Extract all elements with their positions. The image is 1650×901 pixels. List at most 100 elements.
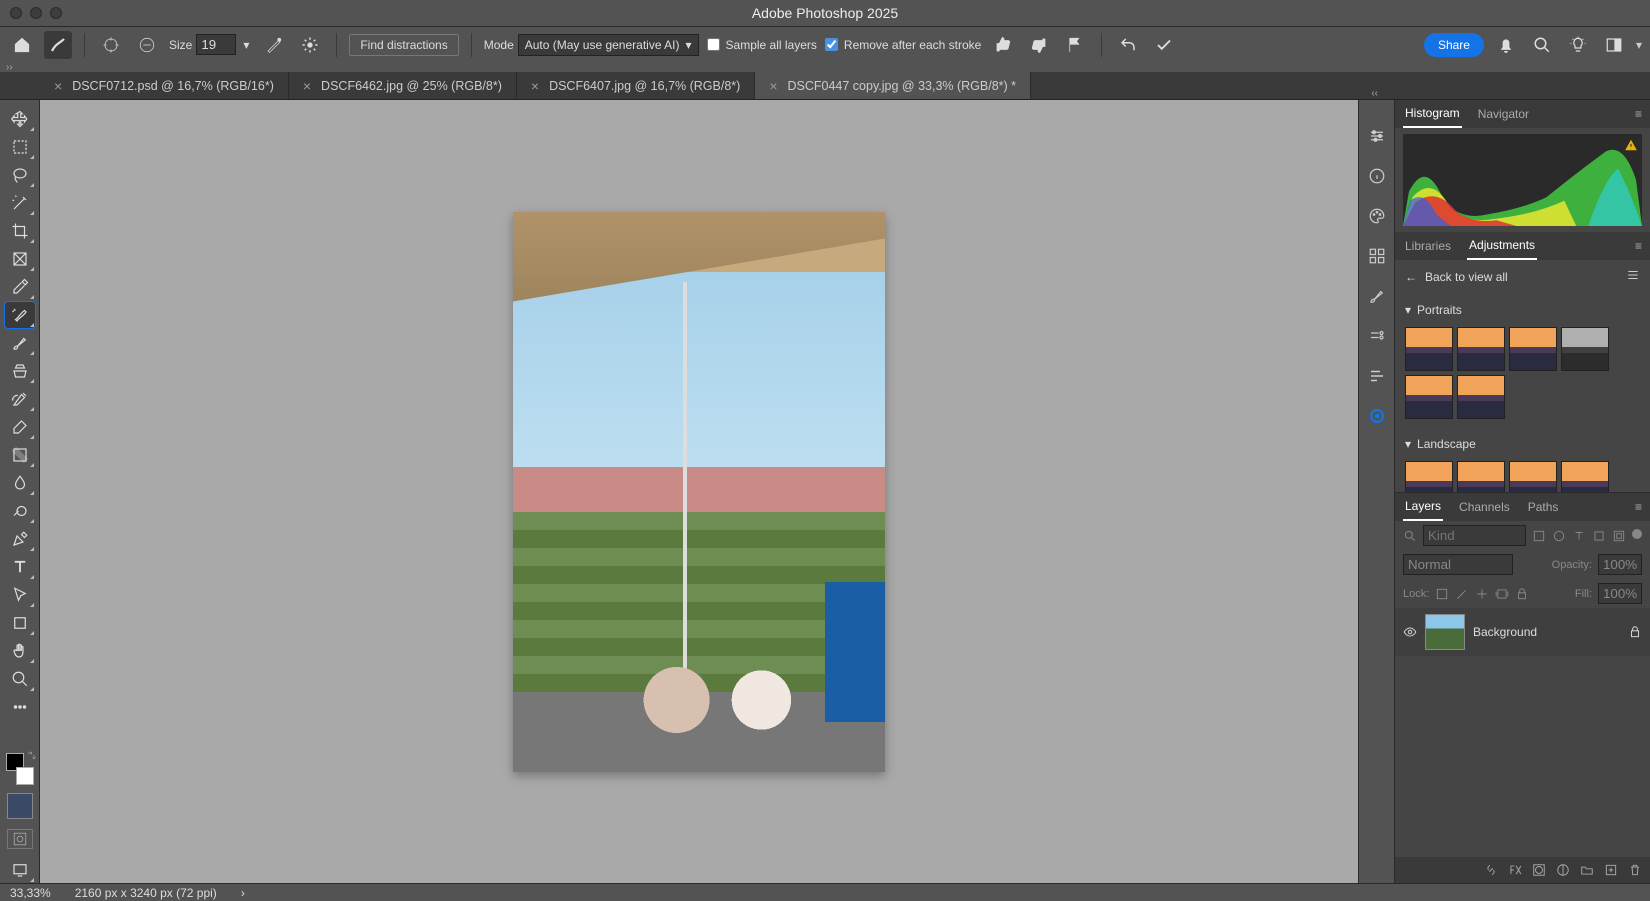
traffic-close-icon[interactable]	[10, 7, 22, 19]
marquee-tool[interactable]	[5, 134, 35, 160]
gradient-tool[interactable]	[5, 442, 35, 468]
lock-icon[interactable]	[1628, 625, 1642, 639]
size-dropdown-icon[interactable]: ▾	[240, 35, 252, 55]
new-layer-icon[interactable]	[1604, 863, 1618, 877]
dodge-tool[interactable]	[5, 498, 35, 524]
link-layers-icon[interactable]	[1484, 863, 1498, 877]
tab-close-icon[interactable]: ×	[303, 78, 311, 94]
foreground-color-swatch[interactable]	[7, 793, 33, 819]
flag-icon[interactable]	[1061, 31, 1089, 59]
preset-thumb[interactable]	[1457, 461, 1505, 492]
history-brush-tool[interactable]	[5, 386, 35, 412]
filter-adjust-icon[interactable]	[1552, 529, 1566, 543]
filter-type-icon[interactable]	[1572, 529, 1586, 543]
fill-input[interactable]	[1598, 583, 1642, 604]
layers-tab[interactable]: Layers	[1403, 493, 1443, 521]
preset-thumb[interactable]	[1509, 327, 1557, 371]
find-distractions-button[interactable]: Find distractions	[349, 34, 458, 56]
landscape-group-toggle[interactable]: ▾ Landscape	[1405, 431, 1640, 457]
sample-all-checkbox[interactable]: Sample all layers	[707, 38, 817, 52]
move-tool[interactable]	[5, 106, 35, 132]
tab-close-icon[interactable]: ×	[769, 78, 777, 94]
traffic-min-icon[interactable]	[30, 7, 42, 19]
preset-thumb[interactable]	[1457, 375, 1505, 419]
tab-close-icon[interactable]: ×	[54, 78, 62, 94]
frame-tool[interactable]	[5, 246, 35, 272]
brush-panel-icon[interactable]	[1365, 284, 1389, 308]
list-view-icon[interactable]	[1626, 268, 1640, 285]
bell-icon[interactable]	[1492, 31, 1520, 59]
brush-settings-icon[interactable]	[260, 31, 288, 59]
filter-smart-icon[interactable]	[1612, 529, 1626, 543]
layer-thumbnail[interactable]	[1425, 614, 1465, 650]
filter-image-icon[interactable]	[1532, 529, 1546, 543]
preset-thumb[interactable]	[1561, 327, 1609, 371]
canvas-area[interactable]	[40, 100, 1358, 883]
tool-preset-icon[interactable]	[44, 31, 72, 59]
pen-tool[interactable]	[5, 526, 35, 552]
lock-pixels-icon[interactable]	[1435, 587, 1449, 601]
share-button[interactable]: Share	[1424, 33, 1484, 57]
swatches-panel-icon[interactable]	[1365, 244, 1389, 268]
histogram-warning-icon[interactable]	[1624, 138, 1638, 152]
lightbulb-icon[interactable]	[1564, 31, 1592, 59]
layer-filter-input[interactable]	[1423, 525, 1526, 546]
plugin-panel-icon[interactable]	[1365, 404, 1389, 428]
mask-icon[interactable]	[1532, 863, 1546, 877]
document-tab[interactable]: × DSCF6462.jpg @ 25% (RGB/8*)	[289, 72, 517, 99]
lock-brush-icon[interactable]	[1455, 587, 1469, 601]
document-tab[interactable]: × DSCF6407.jpg @ 16,7% (RGB/8*)	[517, 72, 755, 99]
preset-thumb[interactable]	[1561, 461, 1609, 492]
magic-wand-tool[interactable]	[5, 190, 35, 216]
layer-row[interactable]: Background	[1395, 608, 1650, 656]
opacity-input[interactable]	[1598, 554, 1642, 575]
clone-stamp-tool[interactable]	[5, 358, 35, 384]
gear-icon[interactable]	[296, 31, 324, 59]
quick-mask-icon[interactable]	[7, 829, 33, 849]
panel-menu-icon[interactable]: ≡	[1635, 239, 1642, 253]
blur-tool[interactable]	[5, 470, 35, 496]
filter-toggle-icon[interactable]	[1632, 529, 1642, 539]
histogram-tab[interactable]: Histogram	[1403, 100, 1462, 128]
commit-check-icon[interactable]	[1150, 31, 1178, 59]
lock-artboard-icon[interactable]	[1495, 587, 1509, 601]
window-controls[interactable]	[10, 7, 62, 19]
eyedropper-tool[interactable]	[5, 274, 35, 300]
navigator-tab[interactable]: Navigator	[1476, 101, 1531, 127]
panel-collapse-chevron-icon[interactable]: ‹‹	[1371, 88, 1378, 99]
status-chevron-right-icon[interactable]: ›	[241, 886, 245, 900]
preset-thumb[interactable]	[1405, 375, 1453, 419]
default-colors-icon[interactable]	[4, 751, 36, 787]
lock-all-icon[interactable]	[1515, 587, 1529, 601]
panel-menu-icon[interactable]: ≡	[1635, 107, 1642, 121]
adjustment-layer-icon[interactable]	[1556, 863, 1570, 877]
search-global-icon[interactable]	[1528, 31, 1556, 59]
size-input[interactable]	[196, 34, 236, 55]
healing-brush-tool[interactable]	[5, 302, 35, 328]
collapse-chevron-icon[interactable]: ››	[0, 62, 1650, 72]
preset-thumb[interactable]	[1457, 327, 1505, 371]
lock-position-icon[interactable]	[1475, 587, 1489, 601]
filter-shape-icon[interactable]	[1592, 529, 1606, 543]
mode-select[interactable]: Auto (May use generative AI) ▾	[518, 34, 699, 56]
portraits-group-toggle[interactable]: ▾ Portraits	[1405, 297, 1640, 323]
info-panel-icon[interactable]	[1365, 164, 1389, 188]
visibility-eye-icon[interactable]	[1403, 625, 1417, 639]
preset-thumb[interactable]	[1405, 327, 1453, 371]
libraries-tab[interactable]: Libraries	[1403, 233, 1453, 259]
thumbs-up-icon[interactable]	[989, 31, 1017, 59]
tab-close-icon[interactable]: ×	[531, 78, 539, 94]
zoom-level[interactable]: 33,33%	[10, 886, 51, 900]
remove-after-input[interactable]	[825, 38, 838, 51]
zoom-tool[interactable]	[5, 666, 35, 692]
properties-panel-icon[interactable]	[1365, 324, 1389, 348]
screen-mode-icon[interactable]	[5, 857, 35, 883]
workspace-icon[interactable]	[1600, 31, 1628, 59]
lasso-tool[interactable]	[5, 162, 35, 188]
home-button[interactable]	[8, 31, 36, 59]
panel-menu-icon[interactable]: ≡	[1635, 500, 1642, 514]
eraser-tool[interactable]	[5, 414, 35, 440]
remove-after-checkbox[interactable]: Remove after each stroke	[825, 38, 981, 52]
back-to-view-all[interactable]: ← Back to view all	[1395, 260, 1650, 293]
more-tools-icon[interactable]	[5, 694, 35, 720]
